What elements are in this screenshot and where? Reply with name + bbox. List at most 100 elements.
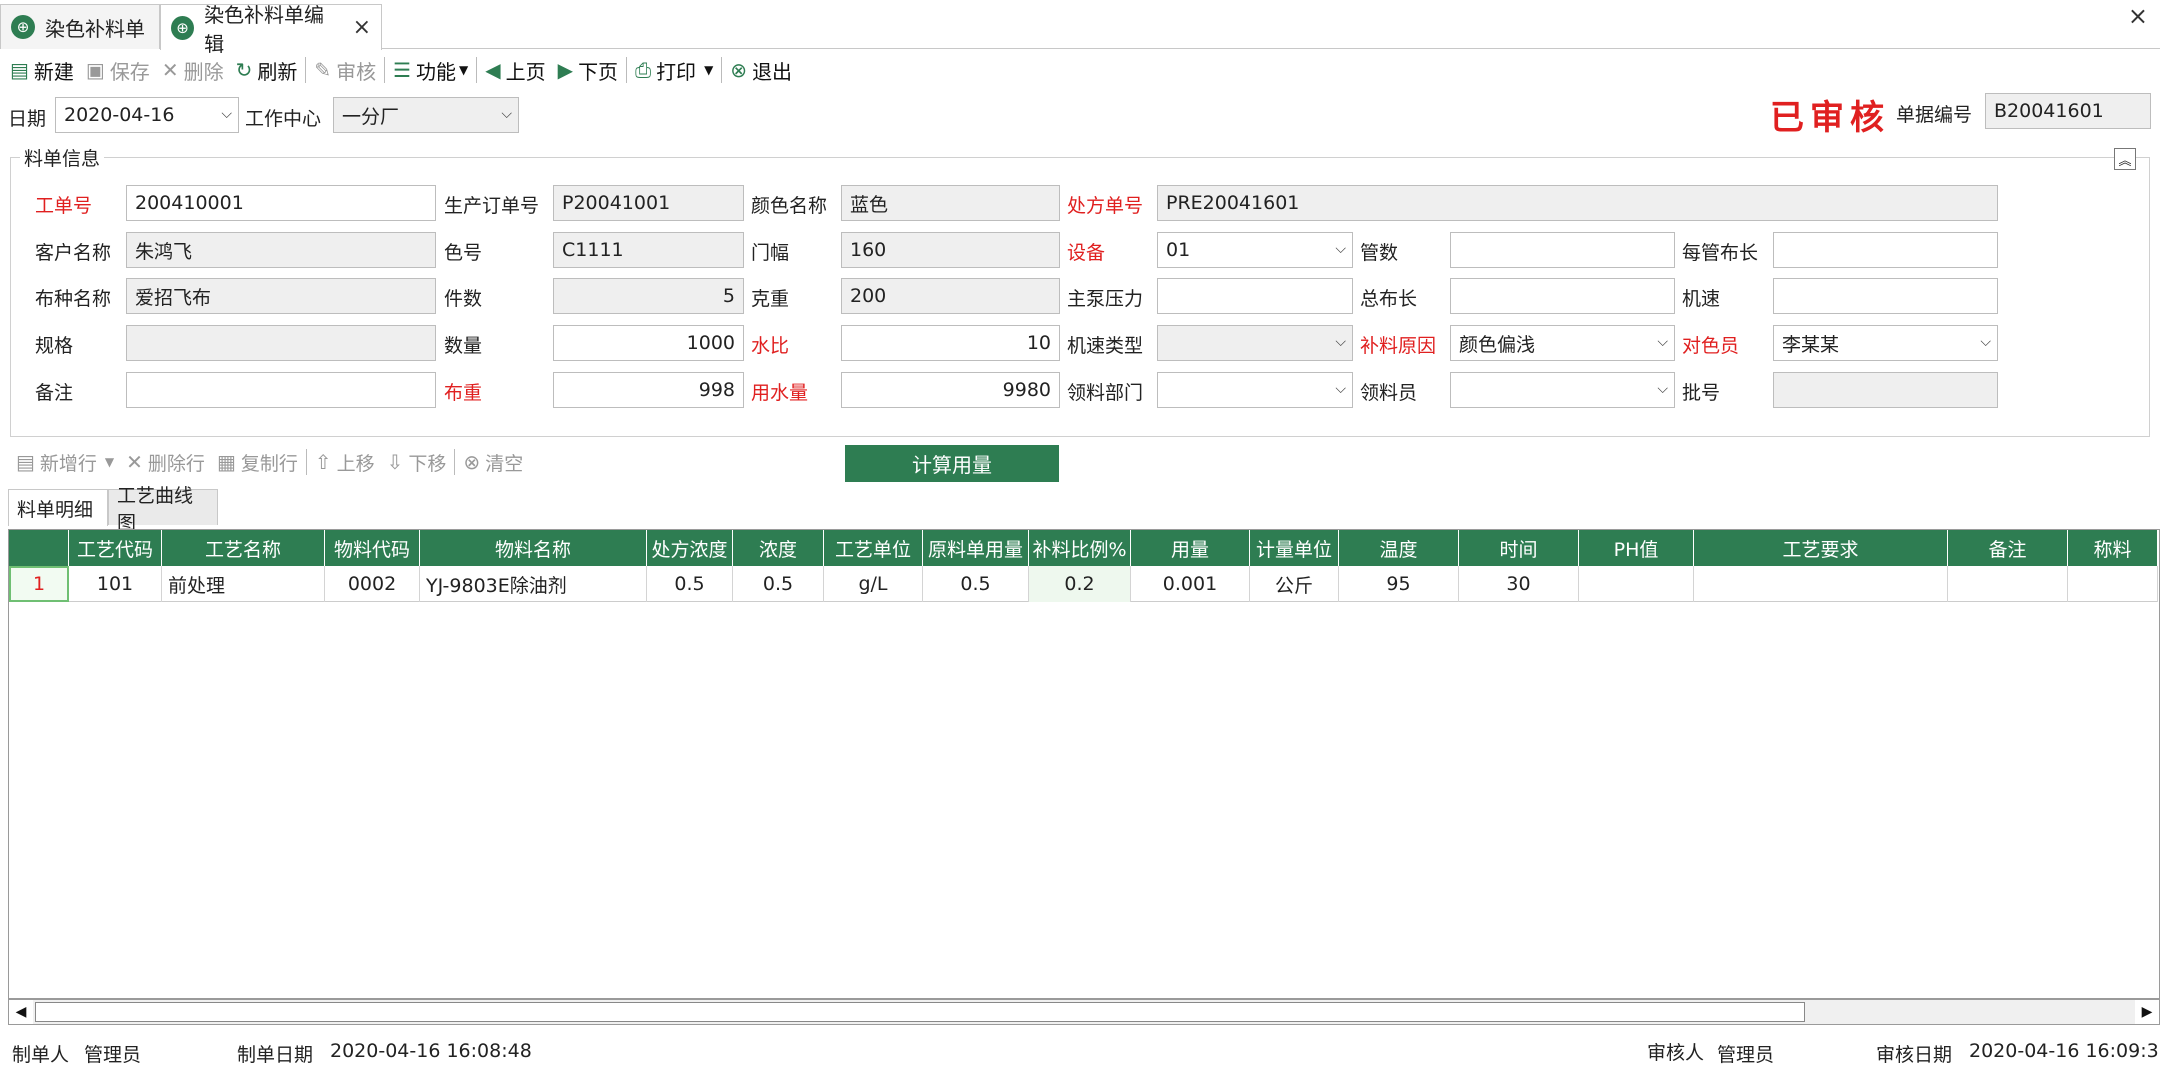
cell-process-requirement[interactable]: [1694, 566, 1948, 602]
col-material-name[interactable]: 物料名称: [420, 530, 647, 566]
cell-remark[interactable]: [1948, 566, 2068, 602]
machine-speed-field[interactable]: [1773, 278, 1998, 314]
clear-button[interactable]: ⊗ 清空: [457, 445, 529, 479]
delete-button[interactable]: ✕ 删除: [156, 53, 230, 87]
color-no-field[interactable]: C1111: [553, 232, 744, 268]
add-row-button[interactable]: ▤ 新增行 ▼: [10, 445, 120, 479]
next-page-button[interactable]: ▶ 下页: [552, 53, 624, 87]
cell-conc[interactable]: 0.5: [733, 566, 824, 602]
copy-row-button[interactable]: ▦ 复制行: [211, 445, 304, 479]
tab-dye-supplement-list[interactable]: ⊕ 染色补料单: [0, 4, 160, 49]
cell-material-code[interactable]: 0002: [325, 566, 420, 602]
prod-order-label: 生产订单号: [444, 195, 540, 217]
remark-field[interactable]: [126, 372, 436, 408]
cell-measure-unit[interactable]: 公斤: [1250, 566, 1339, 602]
col-process-requirement[interactable]: 工艺要求: [1694, 530, 1948, 566]
col-recipe-conc[interactable]: 处方浓度: [647, 530, 733, 566]
docno-field[interactable]: B20041601: [1985, 93, 2151, 129]
move-down-button[interactable]: ⇩ 下移: [381, 445, 453, 479]
exit-button[interactable]: ⊗ 退出: [724, 53, 798, 87]
date-picker[interactable]: 2020-04-16 ⌵: [55, 97, 239, 133]
function-menu-button[interactable]: ☰ 功能 ▼: [387, 53, 474, 87]
collapse-icon[interactable]: ︽: [2114, 148, 2136, 170]
save-button[interactable]: ▣ 保存: [80, 53, 156, 87]
speed-type-select[interactable]: ⌵: [1157, 325, 1353, 361]
close-icon[interactable]: ×: [353, 15, 371, 40]
tab-dye-supplement-edit[interactable]: ⊕ 染色补料单编辑 ×: [160, 3, 382, 56]
col-time[interactable]: 时间: [1459, 530, 1579, 566]
window-close-icon[interactable]: ×: [2128, 2, 2148, 30]
cell-process-unit[interactable]: g/L: [824, 566, 923, 602]
cloth-weight-field[interactable]: 998: [553, 372, 744, 408]
calculate-usage-button[interactable]: 计算用量: [845, 445, 1059, 482]
col-usage[interactable]: 用量: [1131, 530, 1250, 566]
cell-raw-usage[interactable]: 0.5: [923, 566, 1029, 602]
move-up-button[interactable]: ⇧ 上移: [309, 445, 381, 479]
cell-ph[interactable]: [1579, 566, 1694, 602]
water-ratio-field[interactable]: 10: [841, 325, 1060, 361]
cell-material-name[interactable]: YJ-9803E除油剂: [420, 566, 647, 602]
work-no-field[interactable]: 200410001: [126, 185, 436, 221]
scrollbar-thumb[interactable]: [35, 1002, 1805, 1022]
workcenter-select[interactable]: 一分厂 ⌵: [333, 97, 519, 133]
col-process-code[interactable]: 工艺代码: [69, 530, 162, 566]
cell-time[interactable]: 30: [1459, 566, 1579, 602]
cell-temperature[interactable]: 95: [1339, 566, 1459, 602]
cell-process-code[interactable]: 101: [69, 566, 162, 602]
prev-page-button[interactable]: ◀ 上页: [479, 53, 551, 87]
cell-supplement-ratio[interactable]: 0.2: [1029, 566, 1131, 602]
horizontal-scrollbar[interactable]: ◀ ▶: [8, 999, 2160, 1025]
tubes-field[interactable]: [1450, 232, 1675, 268]
color-matcher-select[interactable]: 李某某 ⌵: [1773, 325, 1998, 361]
col-raw-usage[interactable]: 原料单用量: [923, 530, 1029, 566]
spec-field[interactable]: [126, 325, 436, 361]
cell-usage[interactable]: 0.001: [1131, 566, 1250, 602]
quantity-field[interactable]: 1000: [553, 325, 744, 361]
cell-recipe-conc[interactable]: 0.5: [647, 566, 733, 602]
dept-select[interactable]: ⌵: [1157, 372, 1353, 408]
new-button[interactable]: ▤ 新建: [4, 53, 80, 87]
row-number[interactable]: 1: [9, 566, 69, 602]
color-name-field[interactable]: 蓝色: [841, 185, 1060, 221]
reason-select[interactable]: 颜色偏浅 ⌵: [1450, 325, 1675, 361]
recipe-no-field[interactable]: PRE20041601: [1157, 185, 1998, 221]
width-field[interactable]: 160: [841, 232, 1060, 268]
cell-weighing[interactable]: [2068, 566, 2158, 602]
table-row[interactable]: 1 101 前处理 0002 YJ-9803E除油剂 0.5 0.5 g/L 0…: [9, 566, 2158, 602]
scroll-right-icon[interactable]: ▶: [2135, 1000, 2159, 1024]
work-no-label: 工单号: [35, 195, 93, 217]
tab-process-curve[interactable]: 工艺曲线图: [108, 485, 218, 534]
gram-weight-field[interactable]: 200: [841, 278, 1060, 314]
col-ph[interactable]: PH值: [1579, 530, 1694, 566]
col-measure-unit[interactable]: 计量单位: [1250, 530, 1339, 566]
total-length-field[interactable]: [1450, 278, 1675, 314]
prod-order-field[interactable]: P20041001: [553, 185, 744, 221]
batch-field[interactable]: [1773, 372, 1998, 408]
water-use-field[interactable]: 9980: [841, 372, 1060, 408]
pieces-field[interactable]: 5: [553, 278, 744, 314]
col-process-name[interactable]: 工艺名称: [162, 530, 325, 566]
scroll-left-icon[interactable]: ◀: [9, 1000, 33, 1024]
col-process-unit[interactable]: 工艺单位: [824, 530, 923, 566]
detail-toolbar: ▤ 新增行 ▼ ✕ 删除行 ▦ 复制行 ⇧ 上移 ⇩ 下移 ⊗ 清空: [10, 444, 529, 480]
refresh-button[interactable]: ↻ 刷新: [230, 53, 304, 87]
delete-row-button[interactable]: ✕ 删除行: [120, 445, 211, 479]
detail-grid[interactable]: 工艺代码 工艺名称 物料代码 物料名称 处方浓度 浓度 工艺单位 原料单用量 补…: [8, 529, 2160, 999]
fabric-field[interactable]: 爱招飞布: [126, 278, 436, 314]
picker-select[interactable]: ⌵: [1450, 372, 1675, 408]
print-button[interactable]: ⎙ 打印 ▼: [629, 53, 719, 87]
col-weighing[interactable]: 称料: [2068, 530, 2158, 566]
pump-pressure-field[interactable]: [1157, 278, 1353, 314]
col-remark[interactable]: 备注: [1948, 530, 2068, 566]
col-supplement-ratio[interactable]: 补料比例%: [1029, 530, 1131, 566]
customer-field[interactable]: 朱鸿飞: [126, 232, 436, 268]
audit-date-label: 审核日期: [1876, 1044, 1953, 1065]
cell-process-name[interactable]: 前处理: [162, 566, 325, 602]
tube-length-field[interactable]: [1773, 232, 1998, 268]
audit-button[interactable]: ✎ 审核: [308, 53, 382, 87]
col-material-code[interactable]: 物料代码: [325, 530, 420, 566]
tab-order-detail[interactable]: 料单明细: [8, 489, 108, 526]
col-conc[interactable]: 浓度: [733, 530, 824, 566]
col-temperature[interactable]: 温度: [1339, 530, 1459, 566]
equipment-select[interactable]: 01 ⌵: [1157, 232, 1353, 268]
